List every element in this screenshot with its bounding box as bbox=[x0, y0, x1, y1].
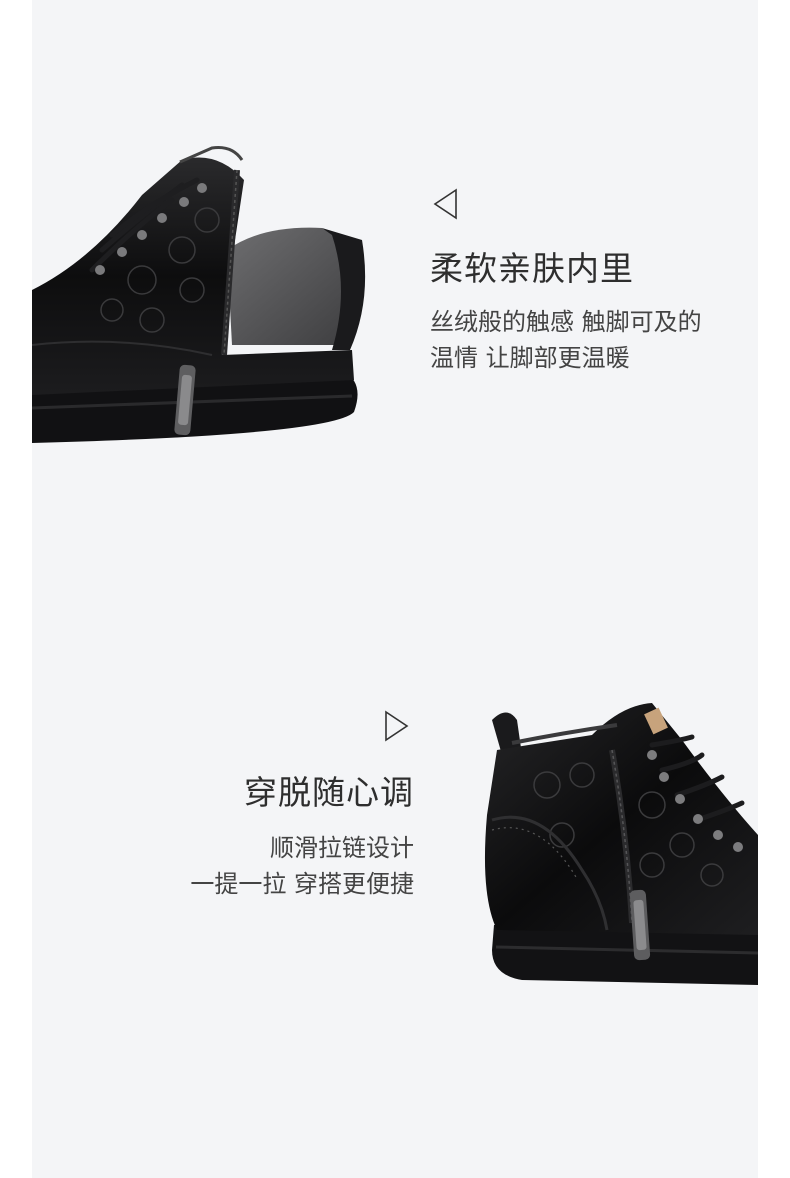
section1-line-1: 丝绒般的触感 触脚可及的 bbox=[430, 308, 702, 336]
section2-line-1: 顺滑拉链设计 bbox=[270, 834, 414, 862]
boot-zipper-photo bbox=[484, 703, 758, 985]
section2-description: 顺滑拉链设计 一提一拉 穿搭更便捷 bbox=[190, 830, 414, 902]
section2-title: 穿脱随心调 bbox=[244, 773, 414, 812]
triangle-right-icon bbox=[385, 710, 409, 742]
triangle-left-icon bbox=[433, 188, 457, 220]
content-panel: 柔软亲肤内里 丝绒般的触感 触脚可及的 温情 让脚部更温暖 穿脱随心调 顺滑拉链… bbox=[32, 0, 758, 1178]
section1-title: 柔软亲肤内里 bbox=[430, 249, 634, 288]
section1-description: 丝绒般的触感 触脚可及的 温情 让脚部更温暖 bbox=[430, 304, 702, 376]
boot-lining-photo bbox=[32, 146, 366, 443]
section1-line-2: 温情 让脚部更温暖 bbox=[430, 344, 630, 372]
section2-line-2: 一提一拉 穿搭更便捷 bbox=[190, 870, 414, 898]
